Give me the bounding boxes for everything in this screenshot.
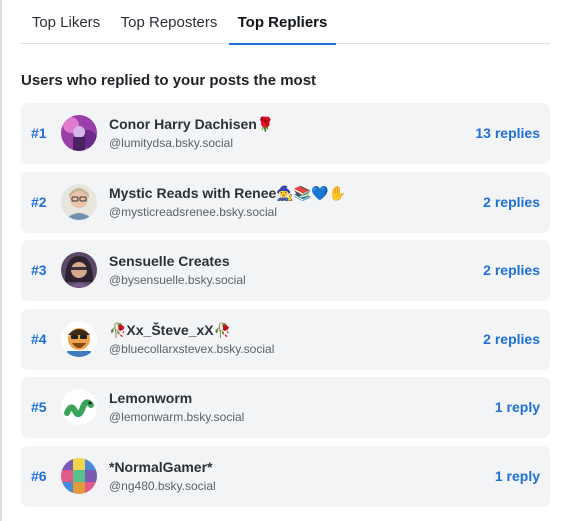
- left-border: [0, 0, 2, 521]
- list-item[interactable]: #3 Sensuelle Creates @bysensuelle.bsky.s…: [21, 240, 550, 301]
- list-item[interactable]: #6 *NormalGamer* @ng480.bsky.social 1 re…: [21, 446, 550, 507]
- avatar[interactable]: [61, 115, 97, 151]
- tab-top-repliers[interactable]: Top Repliers: [229, 0, 336, 45]
- user-name: *NormalGamer*: [109, 459, 213, 475]
- reply-count: 1 reply: [494, 399, 540, 415]
- reply-count: 2 replies: [483, 262, 540, 278]
- tab-bar: Top Likers Top Reposters Top Repliers: [21, 0, 550, 45]
- list-item[interactable]: #1 Conor Harry Dachisen🌹 @lumitydsa.bsky…: [21, 103, 550, 164]
- user-name: 🥀Xx_Števe_xX🥀: [109, 322, 232, 338]
- list-item[interactable]: #2 Mystic Reads with Renee🧙‍♀️📚💙✋ @mysti…: [21, 172, 550, 233]
- reply-count: 1 reply: [494, 468, 540, 484]
- rank-label: #5: [31, 399, 47, 415]
- section-title: Users who replied to your posts the most: [21, 72, 317, 89]
- reply-count: 2 replies: [483, 331, 540, 347]
- user-handle: @ng480.bsky.social: [109, 479, 216, 493]
- user-name: Conor Harry Dachisen🌹: [109, 116, 275, 132]
- rank-label: #3: [31, 262, 47, 278]
- user-name: Lemonworm: [109, 390, 193, 406]
- rank-label: #2: [31, 194, 47, 210]
- rank-label: #1: [31, 125, 47, 141]
- tab-top-reposters[interactable]: Top Reposters: [117, 0, 221, 44]
- reply-count: 13 replies: [475, 125, 540, 141]
- user-name: Sensuelle Creates: [109, 253, 230, 269]
- list-item[interactable]: #4 🥀Xx_Števe_xX🥀 @bluecollarxstevex.bsky…: [21, 309, 550, 370]
- rank-label: #6: [31, 468, 47, 484]
- user-handle: @bluecollarxstevex.bsky.social: [109, 342, 275, 356]
- user-name: Mystic Reads with Renee🧙‍♀️📚💙✋: [109, 185, 347, 201]
- user-handle: @bysensuelle.bsky.social: [109, 273, 246, 287]
- avatar[interactable]: [61, 458, 97, 494]
- user-handle: @mysticreadsrenee.bsky.social: [109, 205, 278, 219]
- avatar[interactable]: [61, 184, 97, 220]
- user-handle: @lumitydsa.bsky.social: [109, 136, 233, 150]
- avatar[interactable]: [61, 389, 97, 425]
- list-item[interactable]: #5 Lemonworm @lemonwarm.bsky.social 1 re…: [21, 377, 550, 438]
- avatar[interactable]: [61, 252, 97, 288]
- tab-top-likers[interactable]: Top Likers: [21, 0, 111, 44]
- user-handle: @lemonwarm.bsky.social: [109, 410, 245, 424]
- avatar[interactable]: [61, 321, 97, 357]
- reply-count: 2 replies: [483, 194, 540, 210]
- rank-label: #4: [31, 331, 47, 347]
